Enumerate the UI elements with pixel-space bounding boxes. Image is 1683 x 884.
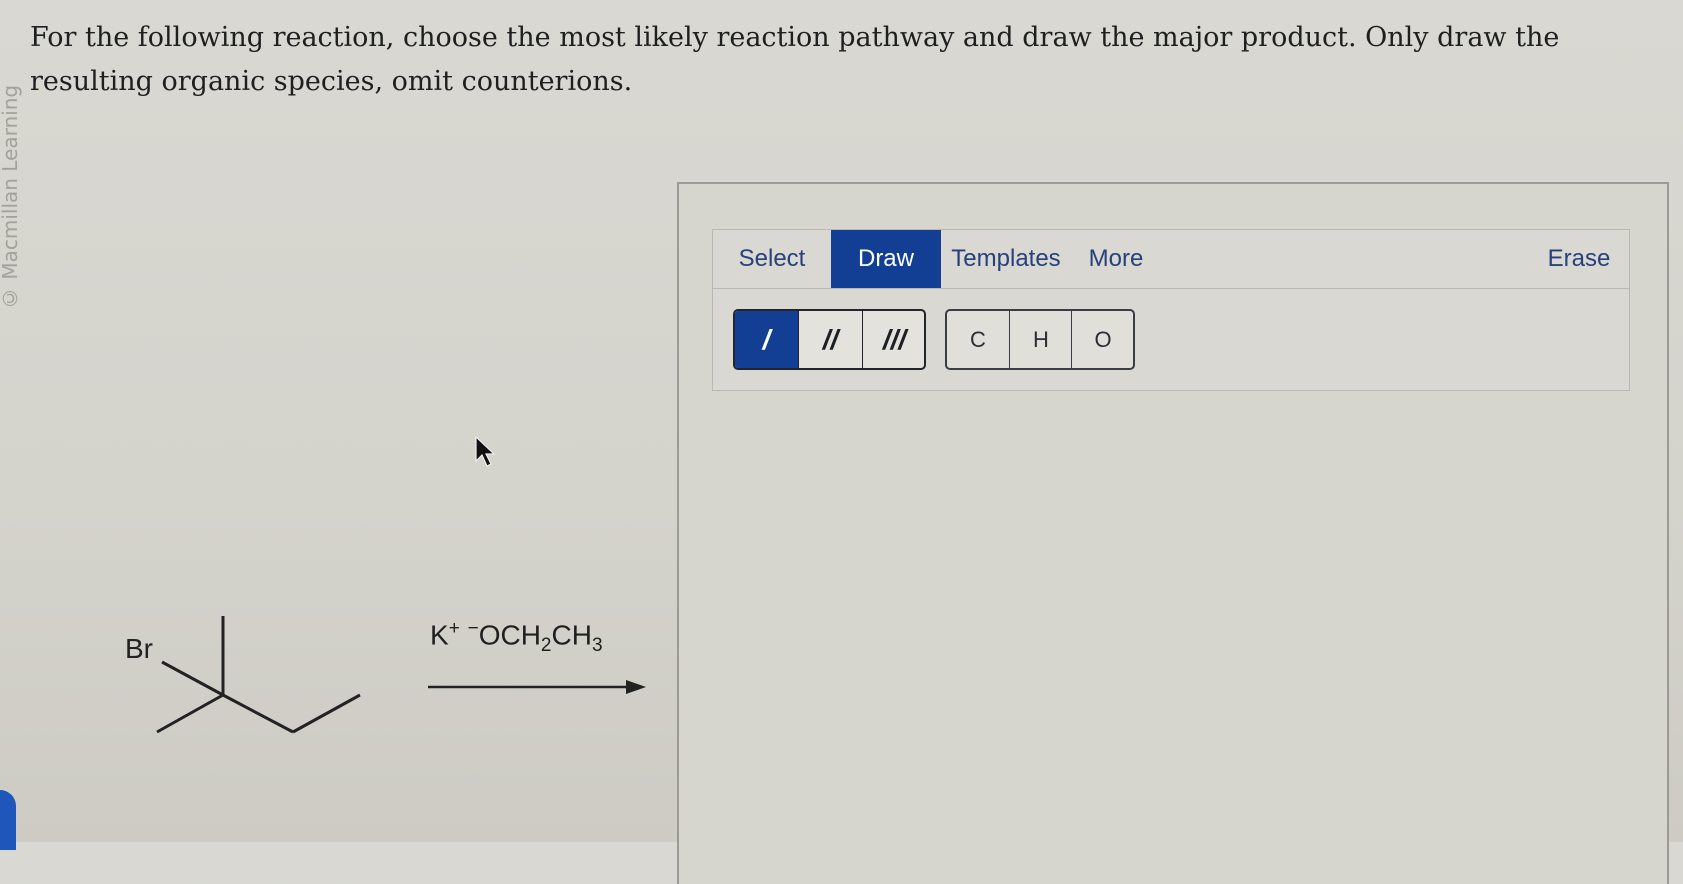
erase-button[interactable]: Erase bbox=[1531, 230, 1627, 288]
single-bond-button[interactable]: / bbox=[735, 311, 798, 368]
reagent-label: K+ −OCH2CH3 bbox=[430, 618, 603, 656]
oxygen-atom-button[interactable]: O bbox=[1071, 311, 1133, 368]
bond-c-ch2 bbox=[222, 693, 294, 734]
reaction-arrow-head bbox=[626, 680, 646, 694]
drawing-panel[interactable]: Select Draw Templates More Erase / // //… bbox=[677, 182, 1669, 884]
bond-tools: / // /// bbox=[733, 309, 926, 370]
question-text: For the following reaction, choose the m… bbox=[30, 22, 1560, 97]
triple-bond-button[interactable]: /// bbox=[862, 311, 924, 368]
bond-ch2-ch3 bbox=[292, 693, 361, 734]
carbon-atom-button[interactable]: C bbox=[947, 311, 1009, 368]
tab-templates[interactable]: Templates bbox=[941, 230, 1071, 288]
help-tab-edge[interactable] bbox=[0, 790, 16, 850]
bond-c-methyl-down bbox=[156, 693, 224, 734]
mouse-cursor-icon bbox=[475, 435, 496, 467]
tab-draw[interactable]: Draw bbox=[831, 230, 941, 288]
bond-br-c bbox=[161, 660, 224, 697]
atom-tools: C H O bbox=[945, 309, 1135, 370]
double-bond-button[interactable]: // bbox=[798, 311, 862, 368]
draw-tools-bar: / // /// C H O bbox=[712, 289, 1630, 391]
tab-more[interactable]: More bbox=[1071, 230, 1161, 288]
hydrogen-atom-button[interactable]: H bbox=[1009, 311, 1072, 368]
bromine-label: Br bbox=[125, 633, 153, 664]
copyright-watermark: © Macmillan Learning bbox=[0, 84, 22, 310]
tab-select[interactable]: Select bbox=[713, 230, 831, 288]
drawing-toolbar: Select Draw Templates More Erase bbox=[712, 229, 1630, 289]
